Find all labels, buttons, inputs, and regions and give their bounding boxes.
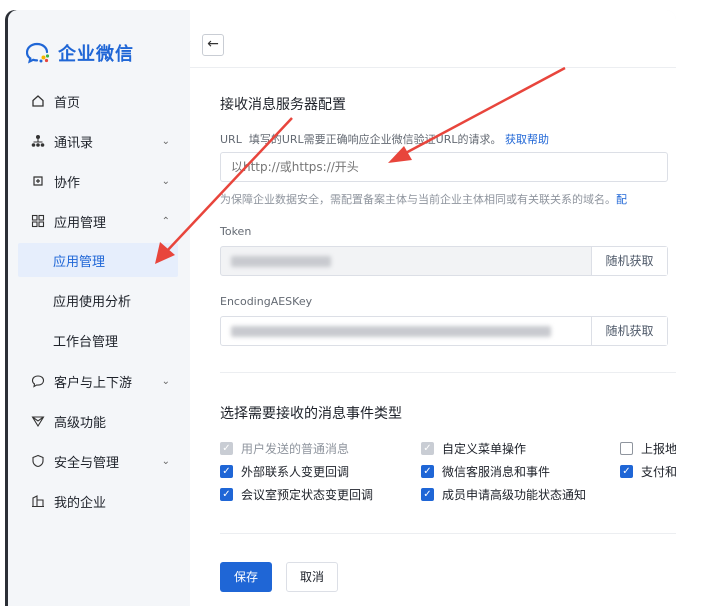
checkbox-checked-icon: ✓ — [220, 465, 233, 478]
token-field[interactable]: 随机获取 — [220, 246, 668, 276]
checkbox-label: 会议室预定状态变更回调 — [241, 488, 374, 502]
nav-item-label: 通讯录 — [54, 135, 94, 151]
checkbox-disabled-checked-icon: ✓ — [220, 442, 233, 455]
url-label-desc: 填写的URL需要正确响应企业微信验证URL的请求。 — [248, 133, 502, 146]
aes-key-field[interactable]: 随机获取 — [220, 316, 668, 346]
checkbox-label: 自定义菜单操作 — [442, 442, 527, 456]
sub-item-workbench-management[interactable]: 工作台管理 — [8, 323, 188, 357]
back-button[interactable]: ← — [202, 34, 224, 56]
checkbox-label: 微信客服消息和事件 — [442, 465, 551, 479]
org-chart-icon — [30, 133, 46, 149]
nav-item-contacts[interactable]: 通讯录 ⌄ — [8, 124, 188, 158]
checkbox-checked-icon: ✓ — [421, 465, 434, 478]
checkbox-label: 成员申请高级功能状态通知 — [442, 488, 587, 502]
section-divider — [220, 372, 676, 373]
shield-icon — [30, 453, 46, 469]
nav-item-home[interactable]: 首页 — [8, 84, 188, 118]
nav-item-advanced[interactable]: 高级功能 — [8, 404, 188, 438]
aes-key-redacted-value — [231, 326, 551, 337]
footer-divider — [220, 533, 676, 534]
diamond-icon — [30, 413, 46, 429]
url-label: URL 填写的URL需要正确响应企业微信验证URL的请求。 获取帮助 — [220, 131, 549, 147]
url-hint: 为保障企业数据安全，需配置备案主体与当前企业主体相同或有关联关系的域名。配 — [220, 191, 627, 207]
event-checkbox-payment[interactable]: ✓ 支付和 — [620, 463, 676, 480]
section-title-event-types: 选择需要接收的消息事件类型 — [220, 406, 402, 422]
sub-item-app-usage-analysis[interactable]: 应用使用分析 — [8, 283, 188, 317]
checkbox-label: 支付和 — [641, 465, 676, 479]
screenshot-frame: 企业微信 首页 通讯录 ⌄ 协作 ⌄ 应用管理 ⌃ 应用管理 应用使用分析 工作… — [0, 0, 719, 606]
checkbox-checked-icon: ✓ — [620, 465, 633, 478]
nav-item-label: 首页 — [54, 95, 81, 111]
nav-item-label: 我的企业 — [54, 495, 107, 511]
chevron-down-icon: ⌄ — [161, 135, 170, 147]
logo: 企业微信 — [26, 40, 134, 66]
event-checkbox-member-advanced-request[interactable]: ✓ 成员申请高级功能状态通知 — [421, 486, 586, 503]
checkbox-label: 上报地 — [641, 442, 676, 456]
nav-item-label: 应用管理 — [54, 215, 107, 231]
nav-item-collaboration[interactable]: 协作 ⌄ — [8, 164, 188, 198]
token-redacted-value — [231, 256, 331, 267]
top-bar: ← — [190, 10, 676, 68]
aes-key-random-button[interactable]: 随机获取 — [591, 317, 667, 345]
help-link[interactable]: 获取帮助 — [505, 133, 549, 146]
nav-item-my-enterprise[interactable]: 我的企业 — [8, 484, 188, 518]
main-panel: ← 接收消息服务器配置 URL 填写的URL需要正确响应企业微信验证URL的请求… — [190, 10, 676, 606]
checkbox-checked-icon: ✓ — [220, 488, 233, 501]
token-random-button[interactable]: 随机获取 — [591, 247, 667, 275]
section-title-server-config: 接收消息服务器配置 — [220, 97, 346, 113]
logo-text: 企业微信 — [58, 44, 134, 65]
sub-item-label: 工作台管理 — [53, 334, 119, 350]
nav-item-label: 安全与管理 — [54, 455, 120, 471]
event-checkbox-user-message[interactable]: ✓ 用户发送的普通消息 — [220, 440, 349, 457]
event-checkbox-custom-menu[interactable]: ✓ 自定义菜单操作 — [421, 440, 526, 457]
url-hint-text: 为保障企业数据安全，需配置备案主体与当前企业主体相同或有关联关系的域名。 — [220, 193, 616, 206]
building-icon — [30, 493, 46, 509]
checkbox-checked-icon: ✓ — [421, 488, 434, 501]
token-label: Token — [220, 225, 252, 238]
event-checkbox-customer-service[interactable]: ✓ 微信客服消息和事件 — [421, 463, 550, 480]
nav-item-label: 高级功能 — [54, 415, 107, 431]
nav-item-label: 协作 — [54, 175, 81, 191]
checkbox-label: 用户发送的普通消息 — [241, 442, 350, 456]
apps-grid-icon — [30, 213, 46, 229]
chevron-down-icon: ⌄ — [161, 455, 170, 467]
sidebar: 企业微信 首页 通讯录 ⌄ 协作 ⌄ 应用管理 ⌃ 应用管理 应用使用分析 工作… — [8, 10, 188, 606]
wecom-logo-icon — [26, 42, 50, 64]
nav-item-label: 客户与上下游 — [54, 375, 133, 391]
nav-item-security[interactable]: 安全与管理 ⌄ — [8, 444, 188, 478]
save-button[interactable]: 保存 — [220, 562, 272, 592]
cancel-button[interactable]: 取消 — [286, 562, 338, 592]
event-checkbox-meeting-room[interactable]: ✓ 会议室预定状态变更回调 — [220, 486, 373, 503]
aes-key-label: EncodingAESKey — [220, 295, 313, 308]
event-checkbox-report-location[interactable]: 上报地 — [620, 440, 676, 457]
sub-item-app-management[interactable]: 应用管理 — [18, 243, 178, 277]
chevron-down-icon: ⌄ — [161, 375, 170, 387]
chevron-down-icon: ⌄ — [161, 175, 170, 187]
event-checkbox-external-contact[interactable]: ✓ 外部联系人变更回调 — [220, 463, 349, 480]
sub-item-label: 应用使用分析 — [53, 294, 132, 310]
url-label-prefix: URL — [220, 133, 242, 146]
app-window: 企业微信 首页 通讯录 ⌄ 协作 ⌄ 应用管理 ⌃ 应用管理 应用使用分析 工作… — [8, 10, 676, 606]
url-input[interactable] — [220, 152, 668, 182]
checkbox-label: 外部联系人变更回调 — [241, 465, 350, 479]
collaboration-icon — [30, 173, 46, 189]
chat-bubble-icon — [30, 373, 46, 389]
home-icon — [30, 93, 46, 109]
chevron-up-icon: ⌃ — [161, 215, 170, 227]
nav-item-app-management[interactable]: 应用管理 ⌃ — [8, 204, 188, 238]
hint-more-link[interactable]: 配 — [616, 193, 627, 206]
checkbox-unchecked-icon — [620, 442, 633, 455]
checkbox-disabled-checked-icon: ✓ — [421, 442, 434, 455]
sub-item-label: 应用管理 — [53, 254, 106, 270]
nav-item-customers[interactable]: 客户与上下游 ⌄ — [8, 364, 188, 398]
